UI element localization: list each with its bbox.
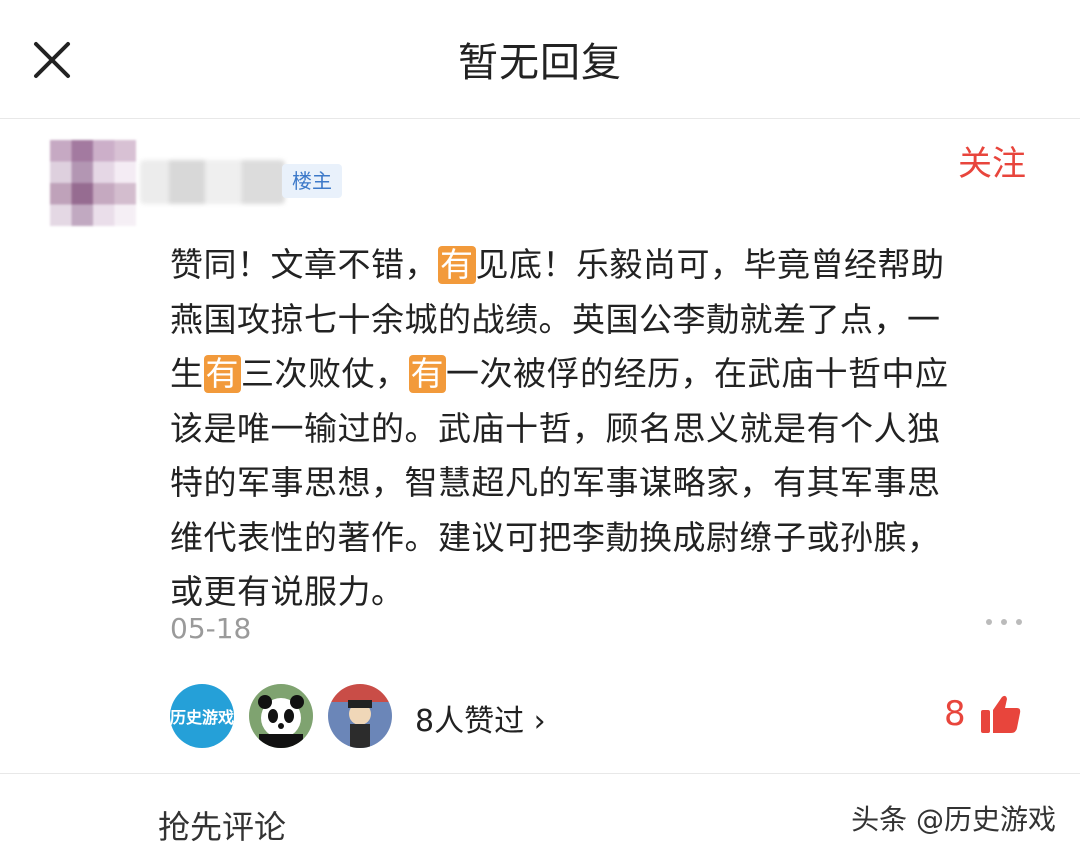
watermark: 头条 @历史游戏 (851, 803, 1056, 836)
comment-line: 赞同！文章不错，有见底！乐毅尚可，毕竟曾经帮助 (170, 245, 945, 284)
liker-avatar[interactable] (249, 684, 313, 748)
comment-body: 赞同！文章不错，有见底！乐毅尚可，毕竟曾经帮助 燕国攻掠七十余城的战绩。英国公李… (170, 238, 1030, 620)
comment-date: 05-18 (170, 612, 252, 645)
avatar[interactable] (50, 140, 136, 226)
comment-line: 维代表性的著作。建议可把李勣换成尉缭子或孙膑， (170, 517, 941, 557)
panda-icon (249, 684, 313, 748)
highlight-char: 有 (203, 354, 241, 393)
owner-badge: 楼主 (282, 164, 342, 198)
comment-line: 生有三次败仗，有一次被俘的经历，在武庙十哲中应 (170, 354, 949, 393)
follow-button[interactable]: 关注 (958, 136, 1026, 185)
comment-line: 该是唯一输过的。武庙十哲，顾名思义就是有个人独 (170, 408, 941, 448)
divider (0, 773, 1080, 774)
thumbs-up-icon[interactable] (980, 694, 1022, 734)
like-count: 8 (944, 694, 966, 734)
comment-line: 特的军事思想，智慧超凡的军事谋略家，有其军事思 (170, 463, 941, 502)
page-title: 暂无回复 (458, 40, 622, 86)
highlight-char: 有 (438, 245, 476, 284)
comment-line: 或更有说服力。 (170, 572, 405, 611)
liked-by-link[interactable]: 8人赞过 › (415, 696, 546, 740)
highlight-char: 有 (408, 354, 446, 393)
liker-avatar[interactable]: 历史游戏 (170, 684, 234, 748)
more-dots-icon[interactable] (984, 612, 1024, 632)
username-blurred[interactable] (140, 160, 285, 204)
comment-line: 燕国攻掠七十余城的战绩。英国公李勣就差了点，一 (170, 299, 941, 339)
comment-input[interactable]: 抢先评论 (158, 802, 286, 848)
liker-avatar[interactable] (328, 684, 392, 748)
header-bar: 暂无回复 (0, 0, 1080, 119)
character-icon (348, 700, 372, 748)
